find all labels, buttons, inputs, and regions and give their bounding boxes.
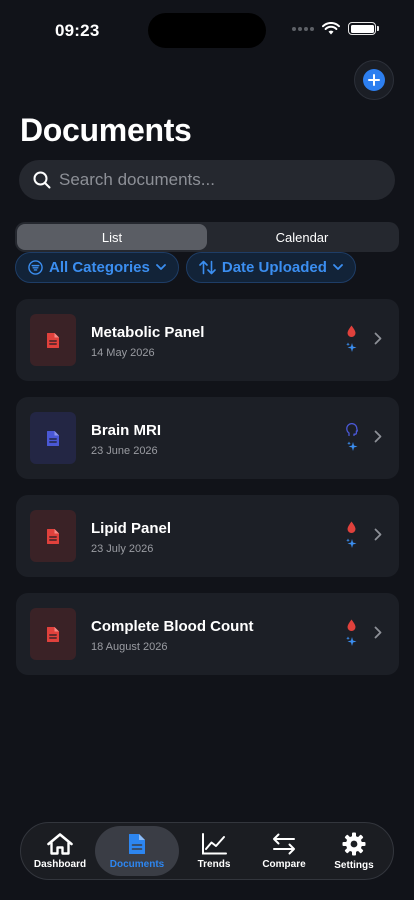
search-icon bbox=[33, 171, 51, 189]
document-badges bbox=[346, 423, 358, 452]
filter-icon bbox=[28, 260, 43, 275]
status-icons bbox=[292, 22, 379, 35]
add-document-button[interactable] bbox=[354, 60, 394, 100]
document-icon bbox=[47, 626, 59, 642]
tab-documents[interactable]: Documents bbox=[95, 826, 179, 876]
status-bar: 09:23 bbox=[0, 0, 414, 60]
sparkles-icon bbox=[346, 538, 357, 548]
dynamic-island bbox=[148, 13, 266, 48]
category-filter-label: All Categories bbox=[49, 259, 150, 276]
document-badges bbox=[346, 619, 357, 647]
blood-drop-icon bbox=[347, 521, 356, 533]
document-thumbnail bbox=[30, 608, 76, 660]
tab-settings[interactable]: Settings bbox=[319, 826, 389, 876]
document-title: Complete Blood Count bbox=[91, 618, 254, 635]
tab-dashboard[interactable]: Dashboard bbox=[25, 826, 95, 876]
blood-drop-icon bbox=[347, 619, 356, 631]
status-time: 09:23 bbox=[55, 21, 100, 40]
document-badges bbox=[346, 521, 357, 549]
wifi-icon bbox=[322, 22, 340, 35]
tab-label: Trends bbox=[197, 858, 231, 870]
arrows-icon bbox=[273, 833, 295, 854]
document-icon bbox=[47, 430, 59, 446]
battery-icon bbox=[348, 22, 379, 35]
segment-list[interactable]: List bbox=[17, 224, 207, 250]
chevron-right-icon bbox=[374, 332, 382, 345]
chart-icon bbox=[202, 832, 227, 854]
document-row[interactable]: Brain MRI 23 June 2026 bbox=[16, 397, 399, 479]
document-thumbnail bbox=[30, 510, 76, 562]
chevron-down-icon bbox=[155, 264, 166, 270]
document-row[interactable]: Lipid Panel 23 July 2026 bbox=[16, 495, 399, 577]
segment-calendar[interactable]: Calendar bbox=[207, 224, 397, 250]
head-icon bbox=[346, 423, 358, 436]
document-text: Lipid Panel 23 July 2026 bbox=[91, 520, 171, 555]
sort-button[interactable]: Date Uploaded bbox=[185, 252, 356, 283]
tab-label: Documents bbox=[109, 858, 165, 870]
sparkles-icon bbox=[346, 441, 357, 451]
chevron-down-icon bbox=[332, 264, 343, 270]
document-date: 14 May 2026 bbox=[91, 347, 155, 359]
document-date: 18 August 2026 bbox=[91, 641, 168, 653]
document-date: 23 June 2026 bbox=[91, 445, 158, 457]
document-title: Metabolic Panel bbox=[91, 324, 205, 341]
tab-compare[interactable]: Compare bbox=[249, 826, 319, 876]
document-title: Lipid Panel bbox=[91, 520, 172, 537]
tab-bar: Dashboard Documents Trends Compare Setti… bbox=[20, 822, 394, 880]
document-row[interactable]: Metabolic Panel 14 May 2026 bbox=[16, 299, 399, 381]
document-text: Brain MRI 23 June 2026 bbox=[91, 422, 161, 457]
document-text: Metabolic Panel 14 May 2026 bbox=[91, 324, 204, 359]
page-title: Documents bbox=[20, 112, 192, 148]
document-badges bbox=[346, 325, 357, 353]
category-filter-button[interactable]: All Categories bbox=[15, 252, 179, 283]
chevron-right-icon bbox=[374, 430, 382, 443]
search-bar[interactable] bbox=[19, 160, 395, 200]
tab-trends[interactable]: Trends bbox=[179, 826, 249, 876]
house-icon bbox=[47, 832, 73, 855]
view-toggle: List Calendar bbox=[15, 222, 399, 252]
plus-icon bbox=[363, 69, 385, 91]
cellular-signal-icon bbox=[292, 26, 314, 31]
document-thumbnail bbox=[30, 314, 76, 366]
document-date: 23 July 2026 bbox=[91, 543, 154, 555]
sparkles-icon bbox=[346, 636, 357, 646]
document-icon bbox=[47, 332, 59, 348]
gear-icon bbox=[342, 832, 366, 855]
document-title: Brain MRI bbox=[91, 422, 162, 439]
tab-label: Settings bbox=[334, 859, 374, 871]
sort-arrows-icon bbox=[199, 260, 216, 275]
document-row[interactable]: Complete Blood Count 18 August 2026 bbox=[16, 593, 399, 675]
document-thumbnail bbox=[30, 412, 76, 464]
tab-label: Dashboard bbox=[33, 858, 87, 870]
chevron-right-icon bbox=[374, 626, 382, 639]
document-text: Complete Blood Count 18 August 2026 bbox=[91, 618, 253, 653]
document-icon bbox=[129, 833, 145, 854]
document-list: Metabolic Panel 14 May 2026 Brain MRI 23… bbox=[16, 299, 399, 691]
filter-row: All Categories Date Uploaded bbox=[15, 252, 356, 283]
document-icon bbox=[47, 528, 59, 544]
sort-label: Date Uploaded bbox=[221, 259, 327, 276]
chevron-right-icon bbox=[374, 528, 382, 541]
search-input[interactable] bbox=[59, 170, 359, 190]
tab-label: Compare bbox=[262, 858, 306, 870]
sparkles-icon bbox=[346, 342, 357, 352]
blood-drop-icon bbox=[347, 325, 356, 337]
